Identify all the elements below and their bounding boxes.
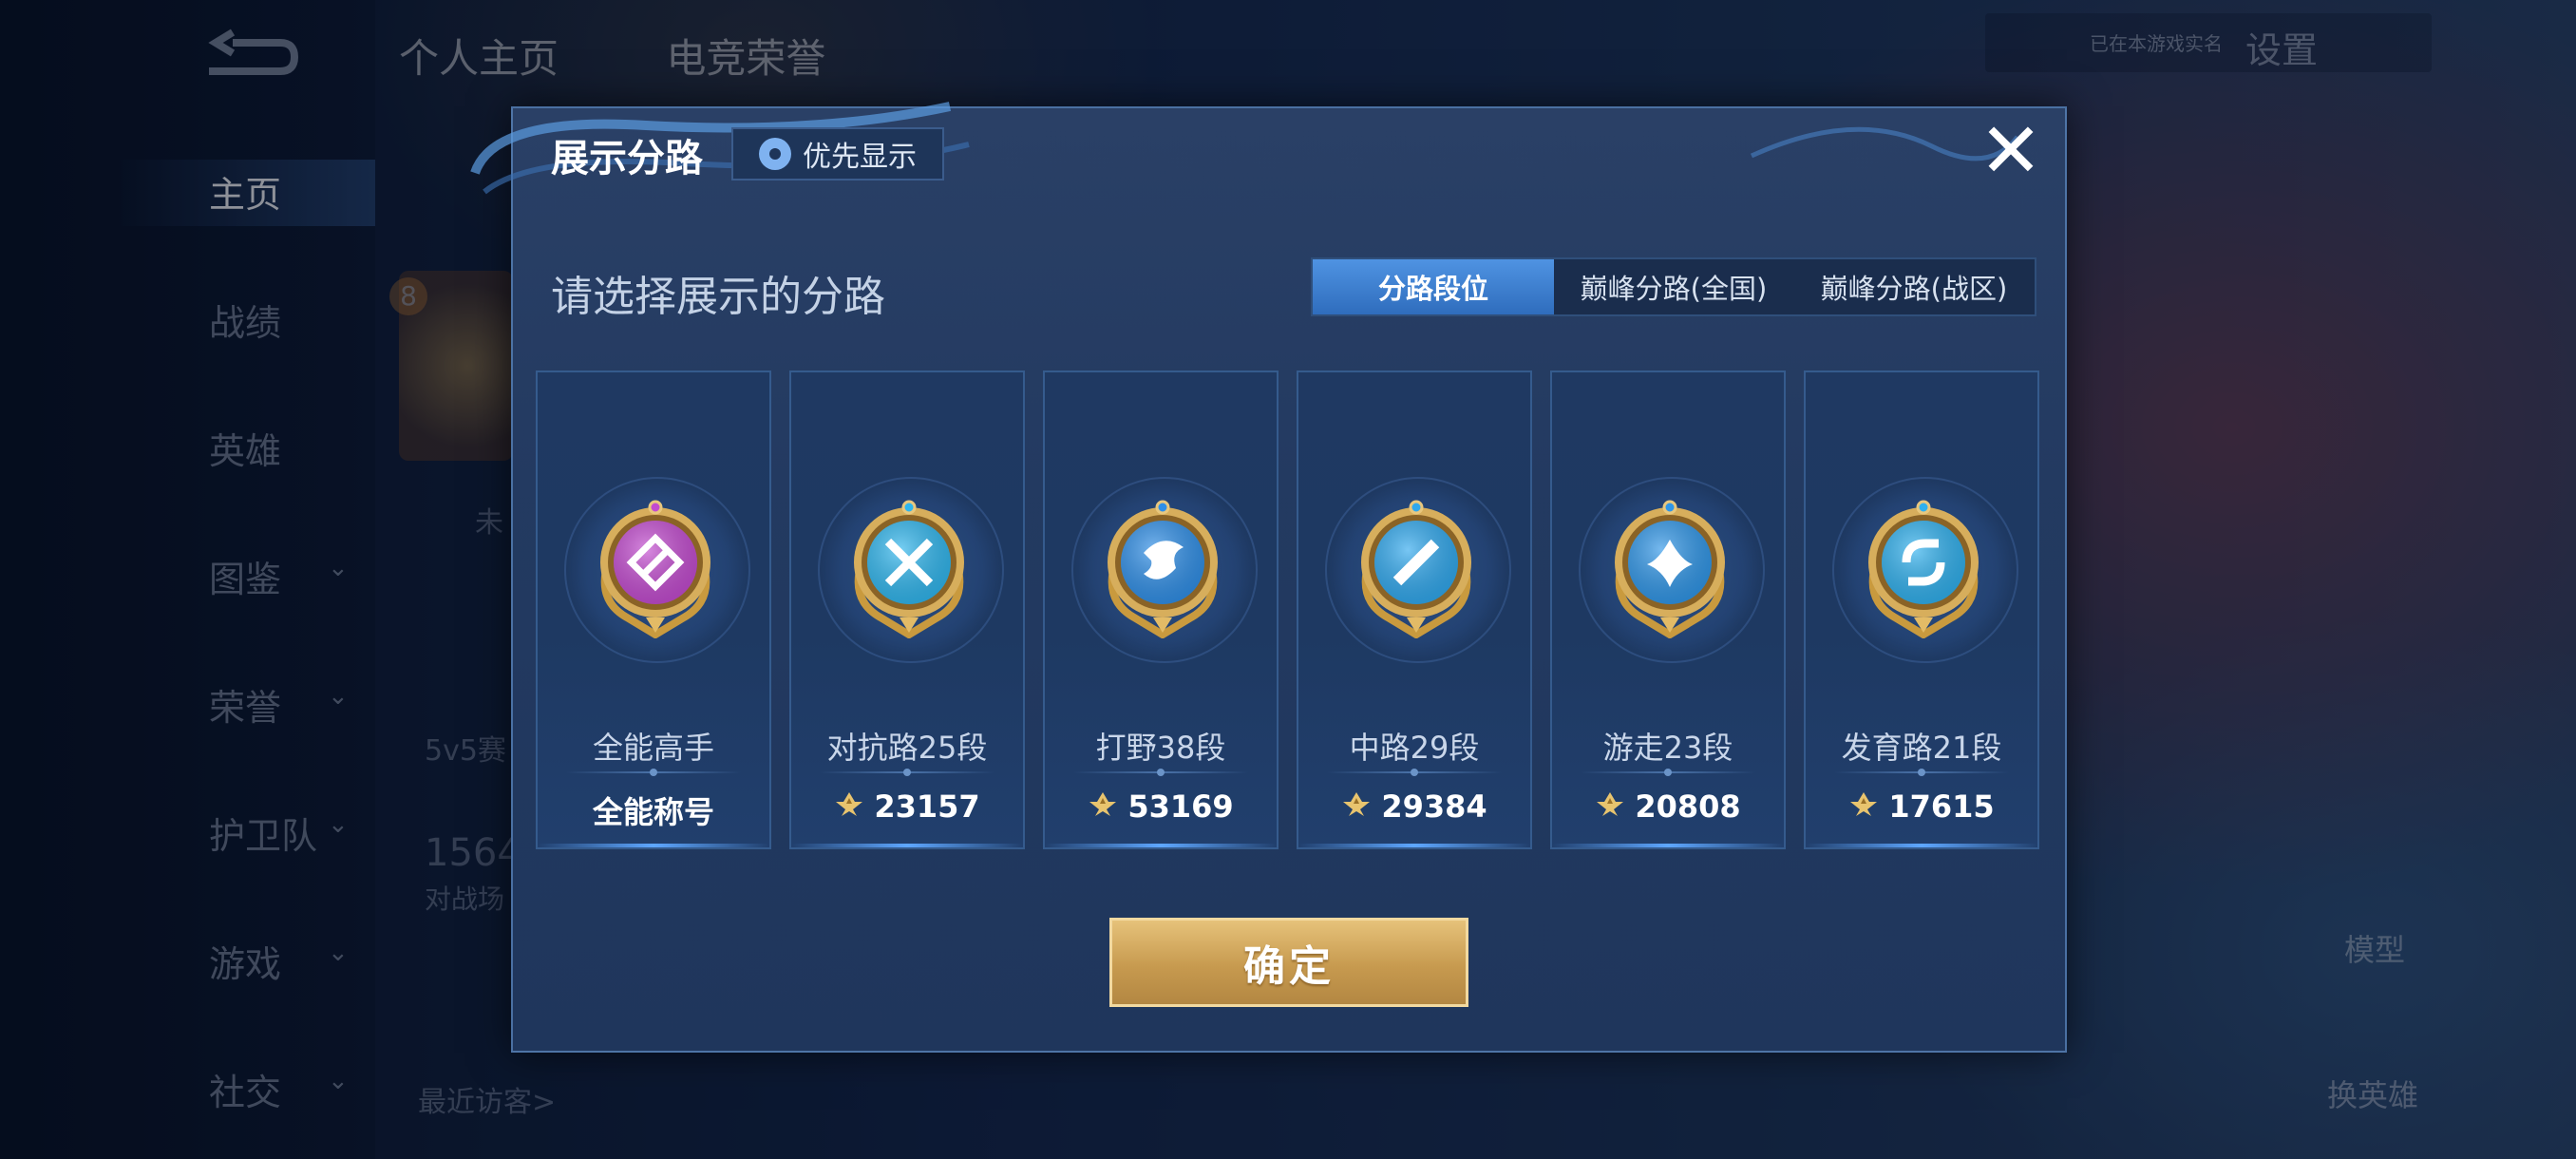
lane-card-value: 29384 <box>1381 788 1487 825</box>
card-bottom-glow <box>791 844 1023 847</box>
lane-card-name: 游走23段 <box>1602 730 1733 766</box>
roam-badge-icon <box>1603 496 1736 639</box>
lane-card-name: 发育路21段 <box>1841 730 2002 766</box>
card-bottom-glow <box>1045 844 1277 847</box>
close-icon[interactable]: ✕ <box>1978 113 2044 189</box>
lane-card[interactable]: 打野38段 53169 <box>1043 370 1279 849</box>
farm-lane-badge-icon <box>1857 496 1990 639</box>
all-round-badge-icon <box>589 496 722 639</box>
card-bottom-glow <box>1806 844 2037 847</box>
lane-card-name: 打野38段 <box>1095 730 1226 766</box>
dialog-subtitle: 请选择展示的分路 <box>551 273 885 321</box>
lane-card[interactable]: 中路29段 29384 <box>1297 370 1532 849</box>
card-divider <box>566 769 741 776</box>
clash-lane-badge-icon <box>843 496 975 639</box>
lane-card-value-row: 53169 <box>1045 788 1277 825</box>
card-bottom-glow <box>1552 844 1784 847</box>
lane-card-value: 53169 <box>1127 788 1234 825</box>
jungle-badge-icon <box>1096 496 1229 639</box>
gear-icon <box>759 138 791 170</box>
card-divider <box>1834 769 2009 776</box>
peak-score-icon <box>1088 788 1118 825</box>
lane-card-value: 全能称号 <box>592 794 714 830</box>
lane-card-value: 17615 <box>1888 788 1995 825</box>
lane-display-dialog: 展示分路 优先显示 ✕ 请选择展示的分路 分路段位 巅峰分路(全国) 巅峰分路(… <box>470 102 2067 1053</box>
lane-card-name: 中路29段 <box>1349 730 1480 766</box>
peak-score-icon <box>1848 788 1879 825</box>
confirm-button[interactable]: 确定 <box>1109 918 1468 1007</box>
lane-card[interactable]: 游走23段 20808 <box>1550 370 1786 849</box>
lane-card-value-row: 20808 <box>1552 788 1784 825</box>
card-divider <box>1073 769 1248 776</box>
card-divider <box>1327 769 1502 776</box>
lane-card-value-row: 29384 <box>1298 788 1530 825</box>
mid-lane-badge-icon <box>1350 496 1483 639</box>
peak-score-icon <box>834 788 864 825</box>
peak-score-icon <box>1595 788 1625 825</box>
card-divider <box>820 769 994 776</box>
card-divider <box>1581 769 1755 776</box>
card-bottom-glow <box>1298 844 1530 847</box>
priority-display-button[interactable]: 优先显示 <box>731 127 944 180</box>
lane-card[interactable]: 对抗路25段 23157 <box>789 370 1025 849</box>
tab-lane-rank[interactable]: 分路段位 <box>1313 259 1554 314</box>
lane-card[interactable]: 发育路21段 17615 <box>1804 370 2039 849</box>
tab-peak-national[interactable]: 巅峰分路(全国) <box>1554 259 1793 314</box>
lane-card-value-row: 17615 <box>1806 788 2037 825</box>
dialog-title: 展示分路 <box>551 137 703 180</box>
lane-card-value: 20808 <box>1635 788 1741 825</box>
lane-card-value-row: 23157 <box>791 788 1023 825</box>
priority-display-label: 优先显示 <box>803 141 917 174</box>
lane-card-name: 全能高手 <box>592 730 714 766</box>
peak-score-icon <box>1341 788 1372 825</box>
lane-card-value: 23157 <box>874 788 980 825</box>
lane-card[interactable]: 全能高手 全能称号 <box>536 370 771 849</box>
tab-peak-region[interactable]: 巅峰分路(战区) <box>1793 259 2035 314</box>
segment-tabs: 分路段位 巅峰分路(全国) 巅峰分路(战区) <box>1311 257 2036 316</box>
card-bottom-glow <box>538 844 769 847</box>
lane-card-name: 对抗路25段 <box>826 730 988 766</box>
lane-card-value-row: 全能称号 <box>538 788 769 832</box>
